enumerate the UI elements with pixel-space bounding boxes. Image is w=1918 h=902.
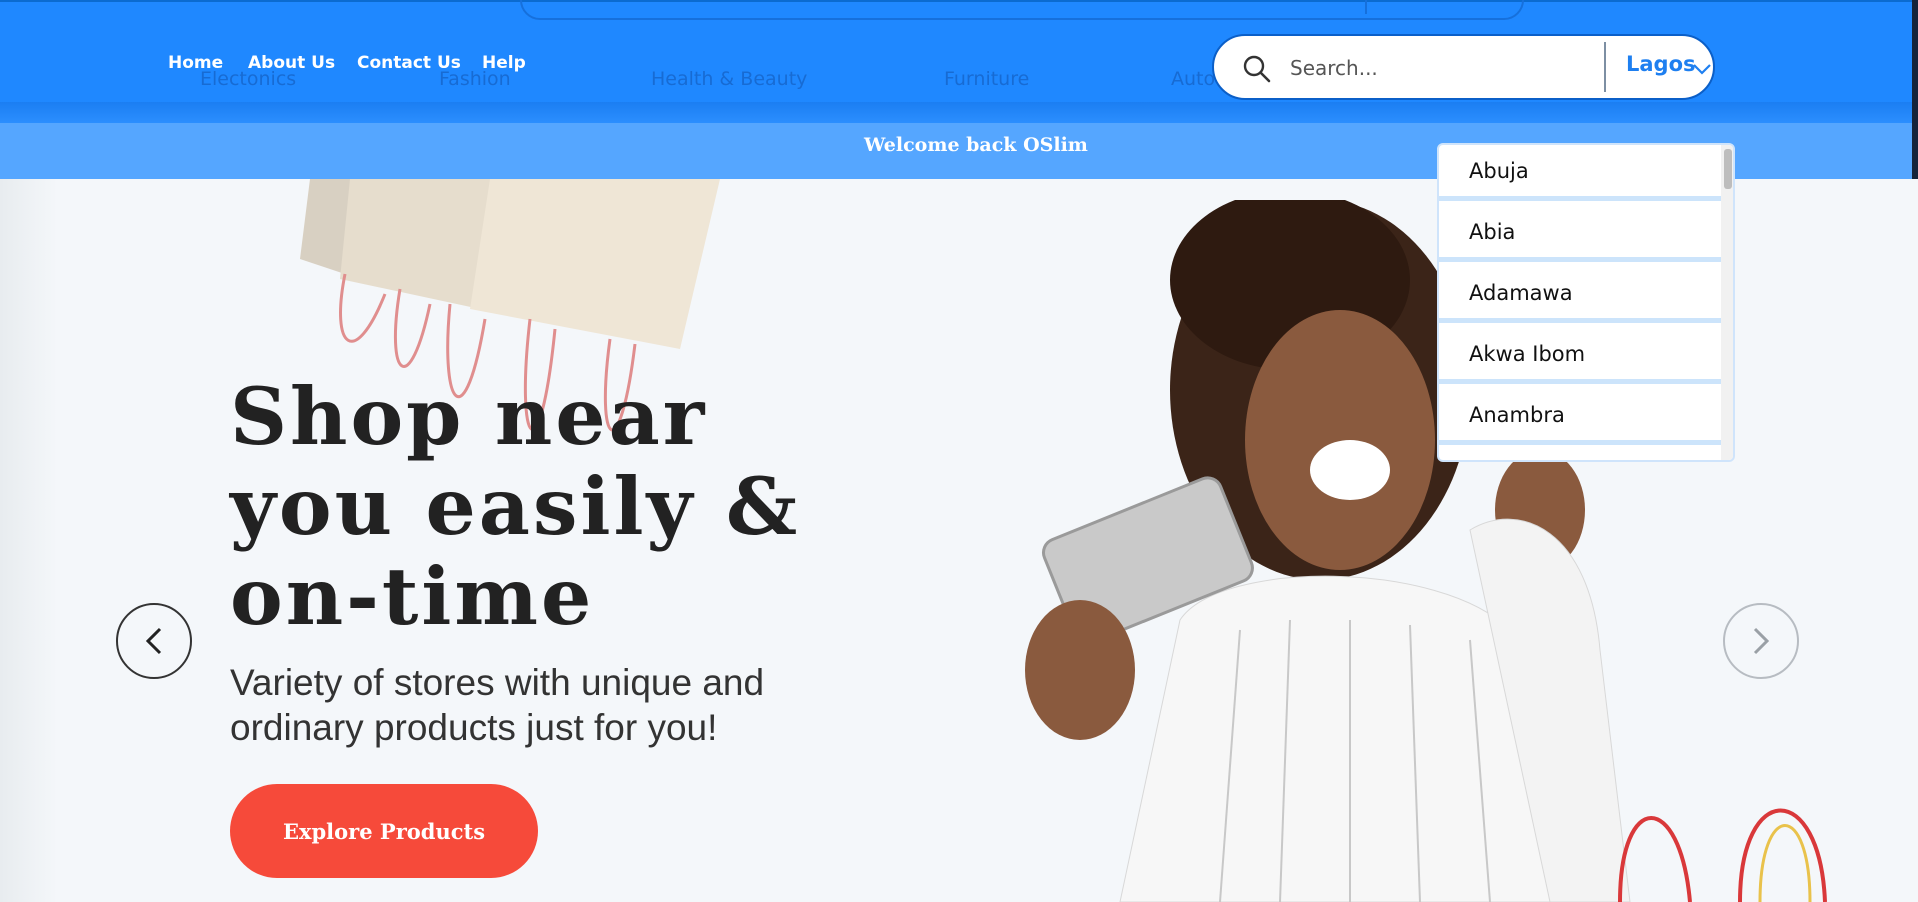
search-bar: Lagos: [1212, 34, 1715, 100]
nav-contact-us[interactable]: Contact Us: [357, 53, 461, 73]
dropdown-option-label: Adamawa: [1469, 281, 1573, 305]
ghost-search-outline: [520, 0, 1524, 20]
carousel-prev-button[interactable]: [116, 603, 192, 679]
dropdown-option-label: Abuja: [1469, 159, 1529, 183]
dropdown-scrollbar[interactable]: [1721, 145, 1733, 460]
bag-handles-image: [1618, 808, 1827, 902]
search-icon[interactable]: [1242, 54, 1272, 84]
welcome-message: Welcome back OSlim: [864, 134, 1088, 156]
dropdown-option-label: Anambra: [1469, 403, 1565, 427]
dropdown-option-abuja[interactable]: Abuja: [1439, 145, 1721, 201]
hero-subtitle: Variety of stores with unique and ordina…: [230, 662, 765, 748]
carousel-next-button[interactable]: [1723, 603, 1799, 679]
header-shadow: [0, 102, 1918, 124]
dropdown-option-adamawa[interactable]: Adamawa: [1439, 267, 1721, 323]
dropdown-option-anambra[interactable]: Anambra: [1439, 389, 1721, 445]
category-furniture[interactable]: Furniture: [944, 68, 1029, 90]
category-health-beauty[interactable]: Health & Beauty: [651, 68, 807, 90]
window-edge: [1912, 0, 1918, 180]
hero-left-shade: [0, 179, 58, 902]
chevron-right-icon: [1753, 627, 1770, 655]
search-input[interactable]: [1288, 50, 1602, 86]
search-divider: [1604, 42, 1606, 92]
location-select[interactable]: Lagos: [1626, 52, 1696, 76]
category-auto[interactable]: Auto: [1171, 68, 1215, 90]
nav-help[interactable]: Help: [482, 53, 526, 73]
dropdown-option-abia[interactable]: Abia: [1439, 206, 1721, 262]
location-dropdown[interactable]: Abuja Abia Adamawa Akwa Ibom Anambra: [1437, 143, 1735, 462]
hero-headline: Shop near you easily & on-time: [230, 370, 801, 643]
dropdown-option-label: Akwa Ibom: [1469, 342, 1586, 366]
chevron-down-icon[interactable]: [1692, 62, 1712, 76]
nav-about-us[interactable]: About Us: [248, 53, 335, 73]
dropdown-scrollbar-thumb[interactable]: [1724, 149, 1732, 189]
dropdown-option-label: Abia: [1469, 220, 1516, 244]
dropdown-option-akwa-ibom[interactable]: Akwa Ibom: [1439, 328, 1721, 384]
explore-products-button[interactable]: Explore Products: [230, 784, 538, 878]
chevron-left-icon: [145, 627, 162, 655]
nav-home[interactable]: Home: [168, 53, 223, 73]
ghost-divider: [1365, 0, 1367, 14]
